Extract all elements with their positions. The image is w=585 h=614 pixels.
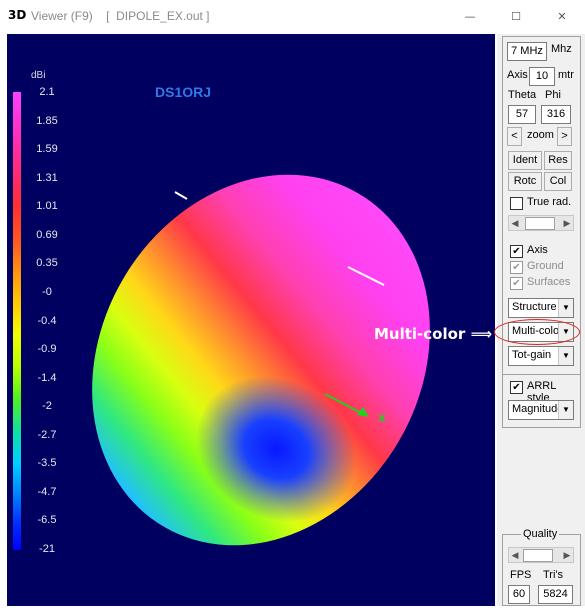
surfaces-checkbox[interactable]: ✔ — [510, 277, 523, 290]
structure-combo-value: Structure — [512, 301, 557, 313]
true-rad-slider[interactable]: ◀ ▶ — [508, 215, 574, 231]
surfaces-check-label: Surfaces — [527, 276, 571, 288]
annotation-label: Multi-color ⟹ — [374, 325, 493, 343]
ground-checkbox[interactable]: ✔ — [510, 261, 523, 274]
gain-combo-value: Tot-gain — [512, 349, 552, 361]
slider-right-arrow-icon: ▶ — [563, 550, 571, 560]
chevron-down-icon: ▼ — [558, 401, 573, 419]
axis-unit: mtr — [558, 69, 574, 81]
ground-check-label: Ground — [527, 260, 564, 272]
true-rad-label: True rad. — [527, 196, 572, 208]
theta-label: Theta — [508, 89, 537, 101]
app-3d-icon: 3D — [8, 8, 27, 22]
y-axis-line — [347, 266, 385, 286]
gain-combo[interactable]: Tot-gain ▼ — [508, 346, 574, 366]
z-axis-tip — [174, 191, 188, 200]
frequency-field[interactable]: 7 MHz — [507, 42, 547, 61]
fps-value: 60 — [508, 585, 530, 604]
chevron-down-icon: ▼ — [558, 299, 573, 317]
zoom-out-button[interactable]: < — [507, 127, 522, 146]
slider-right-arrow-icon: ▶ — [563, 218, 571, 228]
window-title: Viewer (F9) [ DIPOLE_EX.out ] — [31, 9, 210, 23]
structure-combo[interactable]: Structure ▼ — [508, 298, 574, 318]
magnitude-combo-value: Magnitude — [512, 403, 560, 415]
phi-field[interactable]: 316 — [541, 105, 571, 124]
maximize-button[interactable]: ☐ — [493, 0, 539, 32]
axis-length-label: Axis — [507, 69, 528, 81]
x-axis-arrow-line — [324, 393, 366, 416]
rotc-button[interactable]: Rotc — [508, 172, 542, 191]
fps-label: FPS — [510, 569, 532, 581]
x-axis-label: x — [378, 409, 386, 425]
chevron-down-icon: ▼ — [558, 347, 573, 365]
true-rad-checkbox[interactable] — [510, 197, 523, 210]
tris-value: 5824 — [538, 585, 573, 604]
minimize-button[interactable]: — — [447, 0, 493, 32]
quality-slider[interactable]: ◀ ▶ — [508, 547, 574, 563]
ident-button[interactable]: Ident — [508, 151, 542, 170]
title-bar: 3D Viewer (F9) [ DIPOLE_EX.out ] — ☐ ✕ — [0, 0, 585, 32]
slider-left-arrow-icon: ◀ — [511, 550, 519, 560]
annotation-arrow-icon: ⟹ — [470, 325, 493, 343]
3d-viewport[interactable]: dBi 2.1 1.85 1.59 1.31 1.01 0.69 0.35 -0 -0.4 -0.… — [7, 34, 495, 606]
axis-check-label: Axis — [527, 244, 548, 256]
quality-label: Quality — [521, 528, 560, 540]
res-button[interactable]: Res — [544, 151, 572, 170]
frequency-unit: Mhz — [551, 43, 572, 55]
quality-group: Quality ◀ ▶ FPS Tri's 60 5824 — [502, 528, 581, 606]
zoom-in-button[interactable]: > — [557, 127, 572, 146]
col-button[interactable]: Col — [544, 172, 572, 191]
slider-thumb[interactable] — [525, 217, 555, 230]
tris-label: Tri's — [543, 569, 564, 581]
arrl-group: ✔ ARRL style Magnitude ▼ — [502, 374, 581, 428]
slider-thumb[interactable] — [523, 549, 553, 562]
axis-checkbox[interactable]: ✔ — [510, 245, 523, 258]
phi-label: Phi — [545, 89, 561, 101]
magnitude-combo[interactable]: Magnitude ▼ — [508, 400, 574, 420]
arrl-style-checkbox[interactable]: ✔ — [510, 381, 523, 394]
zoom-label: zoom — [527, 129, 554, 141]
axis-length-field[interactable]: 10 — [529, 67, 555, 86]
theta-field[interactable]: 57 — [508, 105, 536, 124]
axis-overlay: x — [174, 191, 386, 425]
slider-left-arrow-icon: ◀ — [511, 218, 519, 228]
close-button[interactable]: ✕ — [539, 0, 585, 32]
annotation-highlight-circle — [494, 319, 580, 345]
